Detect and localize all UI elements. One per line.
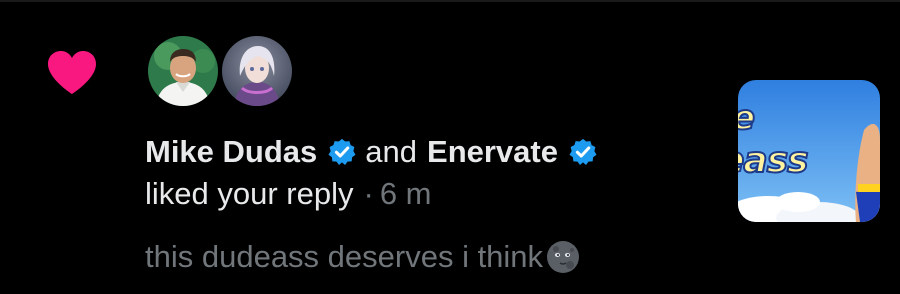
reply-preview[interactable]: this dudeass deserves i think [145,236,581,278]
separator-dot: · [363,176,374,211]
verified-badge-icon [569,138,597,165]
new-moon-face-icon [547,241,580,273]
user-name-2[interactable]: Enervate [427,131,558,173]
thumbnail-text-line1: e [738,97,756,139]
post-thumbnail[interactable]: e eass [738,80,880,222]
avatar-mike-dudas[interactable] [148,36,218,106]
notification-text: Mike Dudas and Enervate liked your reply… [145,131,606,215]
thumbnail-text-line2: eass [738,139,810,182]
conjunction-text: and [365,134,418,169]
avatar-group [148,36,308,108]
action-text: liked your reply [145,176,354,211]
notification-action-line: liked your reply · 6 m [145,173,606,215]
heart-icon [48,51,96,94]
notification-title-line: Mike Dudas and Enervate [145,131,606,173]
top-divider [0,0,900,2]
reply-preview-text: this dudeass deserves i think [145,239,544,274]
verified-badge-icon [328,138,356,165]
timestamp: 6 m [379,176,432,211]
avatar-enervate[interactable] [222,36,292,106]
user-name-1[interactable]: Mike Dudas [145,131,317,173]
